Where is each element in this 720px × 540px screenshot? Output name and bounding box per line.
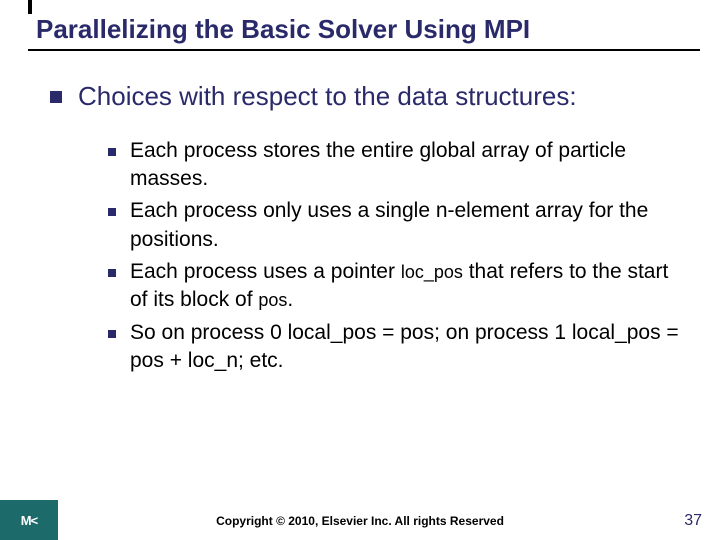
list-item: Each process only uses a single n-elemen… <box>108 197 690 254</box>
list-item-text: Each process stores the entire global ar… <box>130 137 690 194</box>
list-item: Each process stores the entire global ar… <box>108 137 690 194</box>
sub-list: Each process stores the entire global ar… <box>108 137 690 376</box>
title-tick <box>28 0 32 14</box>
square-bullet-icon <box>108 148 116 156</box>
list-item: So on process 0 local_pos = pos; on proc… <box>108 319 690 376</box>
lead-item: Choices with respect to the data structu… <box>50 80 690 113</box>
content-area: Choices with respect to the data structu… <box>50 80 690 379</box>
square-bullet-icon <box>108 330 116 338</box>
slide-title: Parallelizing the Basic Solver Using MPI <box>28 14 700 45</box>
list-item: Each process uses a pointer loc_pos that… <box>108 258 690 315</box>
square-bullet-icon <box>108 208 116 216</box>
list-item-text: Each process only uses a single n-elemen… <box>130 197 690 254</box>
list-item-text: So on process 0 local_pos = pos; on proc… <box>130 319 690 376</box>
title-bar: Parallelizing the Basic Solver Using MPI <box>28 14 700 51</box>
page-number: 37 <box>684 512 702 530</box>
lead-text: Choices with respect to the data structu… <box>78 80 577 113</box>
copyright-footer: Copyright © 2010, Elsevier Inc. All righ… <box>0 514 720 528</box>
square-bullet-icon <box>108 269 116 277</box>
list-item-text: Each process uses a pointer loc_pos that… <box>130 258 690 315</box>
square-bullet-icon <box>50 91 62 103</box>
